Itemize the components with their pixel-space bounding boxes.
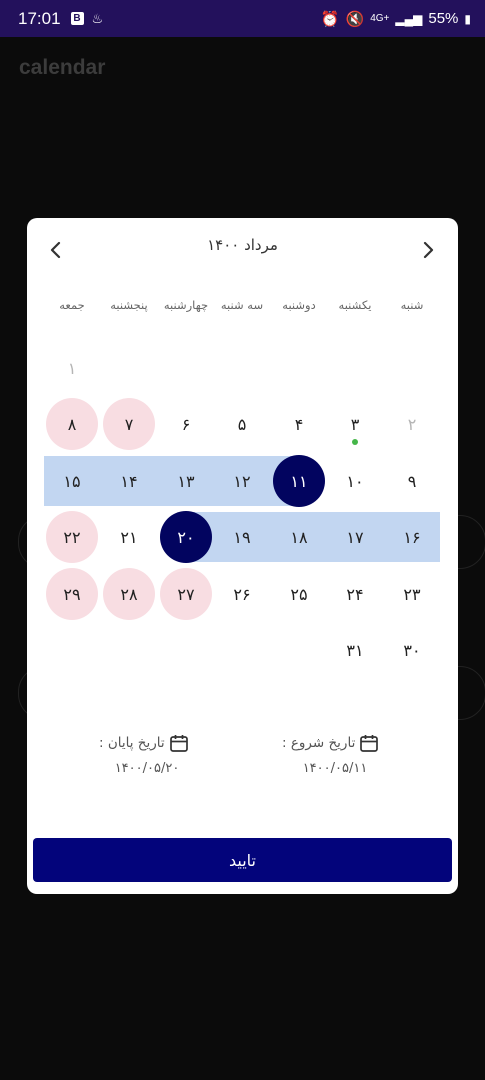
end-date-label-text: تاریخ پایان : xyxy=(99,735,165,751)
start-date-label-text: تاریخ شروع : xyxy=(282,735,356,751)
day-30[interactable]: ۳۰ xyxy=(386,624,438,676)
network-type: 4G+ xyxy=(370,13,390,24)
end-date-label: تاریخ پایان : xyxy=(99,733,189,753)
battery-percent: 55% xyxy=(428,10,459,27)
signal-icon: ▂▄▆ xyxy=(395,11,423,26)
day-16[interactable]: ۱۶ xyxy=(386,511,438,563)
day-24[interactable]: ۲۴ xyxy=(329,568,381,620)
start-date-label: تاریخ شروع : xyxy=(282,733,379,753)
day-6[interactable]: ۶ xyxy=(160,398,212,450)
status-right: ⏰ 🔇 4G+ ▂▄▆ 55% ▮ xyxy=(321,10,471,28)
calendar-icon xyxy=(169,733,189,753)
day-2[interactable]: ۲ xyxy=(386,398,438,450)
weekday-sunday: یکشنبه xyxy=(338,298,372,312)
day-10[interactable]: ۱۰ xyxy=(329,455,381,507)
weekday-wednesday: چهارشنبه xyxy=(163,298,209,312)
calendar-icon xyxy=(359,733,379,753)
day-8[interactable]: ۸ xyxy=(46,398,98,450)
next-month-button[interactable] xyxy=(416,238,440,262)
battery-icon: ▮ xyxy=(464,11,471,26)
day-22[interactable]: ۲۲ xyxy=(46,511,98,563)
day-4[interactable]: ۴ xyxy=(273,398,325,450)
alarm-icon: ⏰ xyxy=(320,10,340,28)
day-9[interactable]: ۹ xyxy=(386,455,438,507)
day-29[interactable]: ۲۹ xyxy=(46,568,98,620)
day-26[interactable]: ۲۶ xyxy=(216,568,268,620)
mute-icon: 🔇 xyxy=(345,10,365,28)
month-title: مرداد ۱۴۰۰ xyxy=(207,236,278,254)
weekday-thursday: پنجشنبه xyxy=(110,298,148,312)
day-25[interactable]: ۲۵ xyxy=(273,568,325,620)
day-27[interactable]: ۲۷ xyxy=(160,568,212,620)
weekday-monday: دوشنبه xyxy=(282,298,316,312)
day-15[interactable]: ۱۵ xyxy=(46,455,98,507)
notification-icon: ♨ xyxy=(91,10,104,26)
weekday-friday: جمعه xyxy=(59,298,85,312)
chevron-right-icon xyxy=(423,241,434,259)
app-title: calendar xyxy=(19,56,106,79)
day-13[interactable]: ۱۳ xyxy=(160,455,212,507)
day-20-range-end[interactable]: ۲۰ xyxy=(160,511,212,563)
today-indicator xyxy=(352,439,358,445)
day-17[interactable]: ۱۷ xyxy=(329,511,381,563)
day-31[interactable]: ۳۱ xyxy=(329,624,381,676)
start-date-value: ۱۴۰۰/۰۵/۱۱ xyxy=(302,761,368,776)
day-14[interactable]: ۱۴ xyxy=(103,455,155,507)
status-bar: 17:01 B ♨ ⏰ 🔇 4G+ ▂▄▆ 55% ▮ xyxy=(0,0,485,37)
day-1[interactable]: ۱ xyxy=(46,342,98,394)
confirm-button[interactable]: تایید xyxy=(33,838,452,882)
b-app-icon: B xyxy=(70,12,84,25)
end-date-value: ۱۴۰۰/۰۵/۲۰ xyxy=(114,761,180,776)
day-28[interactable]: ۲۸ xyxy=(103,568,155,620)
date-range-dialog: مرداد ۱۴۰۰ شنبه یکشنبه دوشنبه سه شنبه چه… xyxy=(27,218,458,894)
day-23[interactable]: ۲۳ xyxy=(386,568,438,620)
day-19[interactable]: ۱۹ xyxy=(216,511,268,563)
weekday-saturday: شنبه xyxy=(400,298,424,312)
day-11-range-start[interactable]: ۱۱ xyxy=(273,455,325,507)
day-5[interactable]: ۵ xyxy=(216,398,268,450)
day-12[interactable]: ۱۲ xyxy=(216,455,268,507)
weekday-tuesday: سه شنبه xyxy=(220,298,264,312)
status-time: 17:01 xyxy=(18,8,61,28)
day-18[interactable]: ۱۸ xyxy=(273,511,325,563)
day-7[interactable]: ۷ xyxy=(103,398,155,450)
day-21[interactable]: ۲۱ xyxy=(103,511,155,563)
